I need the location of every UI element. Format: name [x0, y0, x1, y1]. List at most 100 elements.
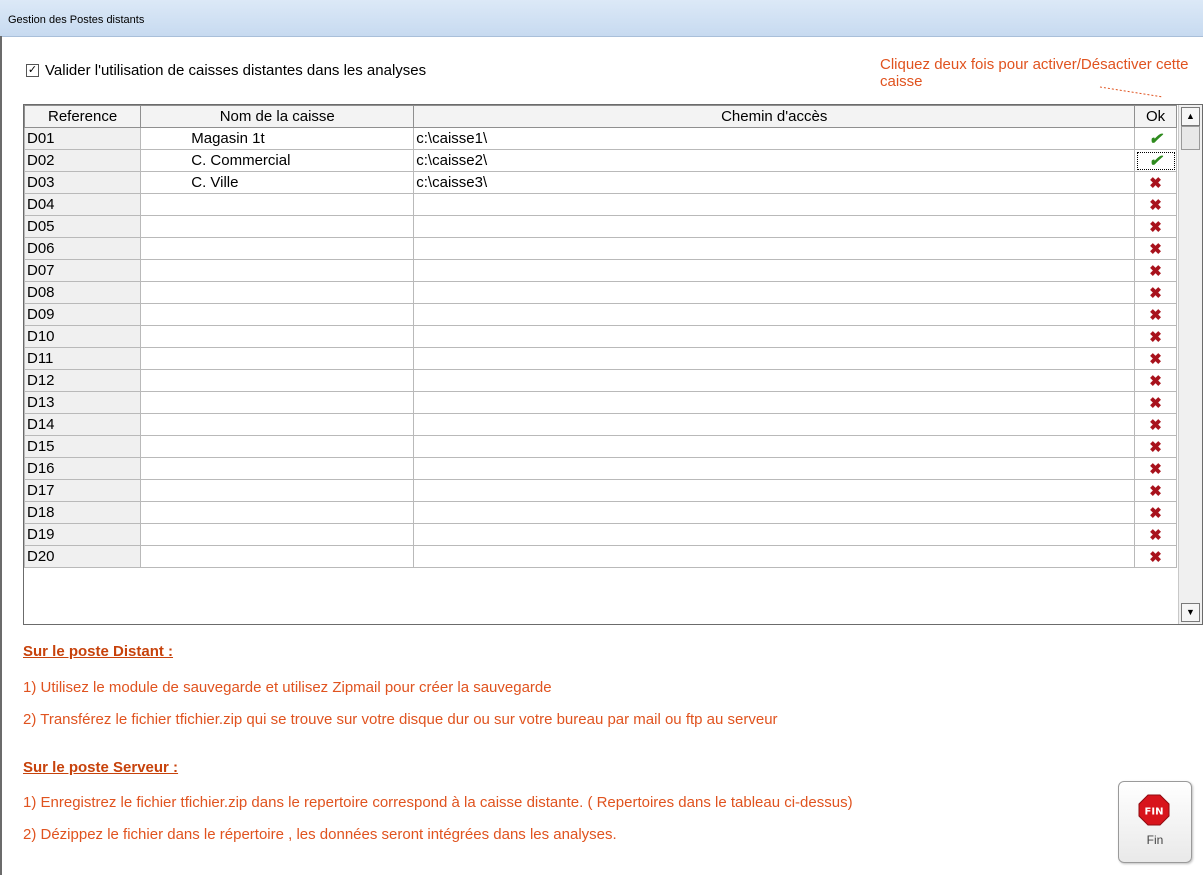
cell-reference[interactable]: D16: [23, 457, 142, 480]
cell-ok-toggle[interactable]: ✖: [1134, 303, 1177, 326]
cell-access-path[interactable]: [413, 435, 1136, 458]
column-header-path[interactable]: Chemin d'accès: [413, 105, 1136, 128]
remote-registers-grid[interactable]: Reference Nom de la caisse Chemin d'accè…: [23, 104, 1203, 625]
cell-access-path[interactable]: c:\caisse2\: [413, 149, 1136, 172]
cell-reference[interactable]: D15: [23, 435, 142, 458]
cell-register-name[interactable]: [140, 545, 415, 568]
cell-access-path[interactable]: [413, 193, 1136, 216]
cell-register-name[interactable]: Magasin 1t: [140, 127, 415, 150]
cell-reference[interactable]: D14: [23, 413, 142, 436]
cell-access-path[interactable]: c:\caisse3\: [413, 171, 1136, 194]
cell-access-path[interactable]: [413, 369, 1136, 392]
cell-ok-toggle[interactable]: ✖: [1134, 347, 1177, 370]
cell-register-name[interactable]: [140, 523, 415, 546]
table-row[interactable]: D11 ✖: [23, 347, 1177, 370]
cell-register-name[interactable]: [140, 479, 415, 502]
table-row[interactable]: D19 ✖: [23, 523, 1177, 546]
cell-reference[interactable]: D02: [23, 149, 142, 172]
cell-ok-toggle[interactable]: ✖: [1134, 545, 1177, 568]
scroll-thumb[interactable]: [1181, 126, 1200, 150]
cell-reference[interactable]: D11: [23, 347, 142, 370]
table-row[interactable]: D08 ✖: [23, 281, 1177, 304]
cell-ok-toggle[interactable]: ✖: [1134, 259, 1177, 282]
cell-ok-toggle[interactable]: ✖: [1134, 171, 1177, 194]
cell-ok-toggle[interactable]: ✖: [1134, 391, 1177, 414]
cell-ok-toggle[interactable]: ✖: [1134, 479, 1177, 502]
table-row[interactable]: D13 ✖: [23, 391, 1177, 414]
grid-vertical-scrollbar[interactable]: ▲ ▼: [1178, 105, 1202, 624]
table-row[interactable]: D03 C. Ville c:\caisse3\ ✖: [23, 171, 1177, 194]
table-row[interactable]: D07 ✖: [23, 259, 1177, 282]
cell-ok-toggle[interactable]: ✖: [1134, 325, 1177, 348]
cell-register-name[interactable]: [140, 259, 415, 282]
cell-ok-toggle[interactable]: ✖: [1134, 215, 1177, 238]
cell-access-path[interactable]: [413, 413, 1136, 436]
cell-reference[interactable]: D18: [23, 501, 142, 524]
cell-access-path[interactable]: [413, 501, 1136, 524]
table-row[interactable]: D15 ✖: [23, 435, 1177, 458]
table-row[interactable]: D18 ✖: [23, 501, 1177, 524]
cell-register-name[interactable]: [140, 435, 415, 458]
cell-access-path[interactable]: [413, 479, 1136, 502]
cell-reference[interactable]: D05: [23, 215, 142, 238]
cell-reference[interactable]: D09: [23, 303, 142, 326]
cell-ok-toggle[interactable]: ✔: [1134, 127, 1177, 150]
cell-ok-toggle[interactable]: ✖: [1134, 523, 1177, 546]
cell-register-name[interactable]: [140, 215, 415, 238]
table-row[interactable]: D17 ✖: [23, 479, 1177, 502]
cell-register-name[interactable]: [140, 193, 415, 216]
cell-register-name[interactable]: [140, 501, 415, 524]
cell-access-path[interactable]: [413, 347, 1136, 370]
cell-reference[interactable]: D04: [23, 193, 142, 216]
column-header-ok[interactable]: Ok: [1134, 105, 1177, 128]
cell-access-path[interactable]: [413, 457, 1136, 480]
cell-access-path[interactable]: [413, 325, 1136, 348]
cell-reference[interactable]: D08: [23, 281, 142, 304]
cell-ok-toggle[interactable]: ✖: [1134, 369, 1177, 392]
table-row[interactable]: D09 ✖: [23, 303, 1177, 326]
cell-access-path[interactable]: [413, 281, 1136, 304]
cell-access-path[interactable]: [413, 391, 1136, 414]
scroll-up-button[interactable]: ▲: [1181, 107, 1200, 126]
column-header-name[interactable]: Nom de la caisse: [140, 105, 415, 128]
table-row[interactable]: D20 ✖: [23, 545, 1177, 568]
cell-reference[interactable]: D07: [23, 259, 142, 282]
cell-register-name[interactable]: [140, 237, 415, 260]
cell-reference[interactable]: D06: [23, 237, 142, 260]
table-row[interactable]: D04 ✖: [23, 193, 1177, 216]
cell-ok-toggle[interactable]: ✖: [1134, 237, 1177, 260]
validate-checkbox[interactable]: ✓: [26, 63, 39, 77]
cell-register-name[interactable]: [140, 369, 415, 392]
cell-reference[interactable]: D20: [23, 545, 142, 568]
table-row[interactable]: D05 ✖: [23, 215, 1177, 238]
cell-ok-toggle[interactable]: ✔: [1134, 149, 1177, 172]
cell-reference[interactable]: D13: [23, 391, 142, 414]
cell-ok-toggle[interactable]: ✖: [1134, 193, 1177, 216]
table-row[interactable]: D16 ✖: [23, 457, 1177, 480]
cell-ok-toggle[interactable]: ✖: [1134, 281, 1177, 304]
validate-option[interactable]: ✓ Valider l'utilisation de caisses dista…: [26, 61, 426, 79]
cell-reference[interactable]: D19: [23, 523, 142, 546]
fin-button[interactable]: FIN Fin: [1118, 781, 1192, 863]
cell-ok-toggle[interactable]: ✖: [1134, 435, 1177, 458]
scroll-down-button[interactable]: ▼: [1181, 603, 1200, 622]
cell-reference[interactable]: D17: [23, 479, 142, 502]
cell-register-name[interactable]: [140, 325, 415, 348]
cell-ok-toggle[interactable]: ✖: [1134, 413, 1177, 436]
cell-reference[interactable]: D12: [23, 369, 142, 392]
cell-ok-toggle[interactable]: ✖: [1134, 501, 1177, 524]
cell-access-path[interactable]: [413, 237, 1136, 260]
cell-register-name[interactable]: [140, 457, 415, 480]
cell-access-path[interactable]: [413, 215, 1136, 238]
cell-access-path[interactable]: [413, 259, 1136, 282]
cell-register-name[interactable]: [140, 413, 415, 436]
cell-reference[interactable]: D10: [23, 325, 142, 348]
table-row[interactable]: D14 ✖: [23, 413, 1177, 436]
table-row[interactable]: D12 ✖: [23, 369, 1177, 392]
table-row[interactable]: D10 ✖: [23, 325, 1177, 348]
cell-reference[interactable]: D01: [23, 127, 142, 150]
cell-access-path[interactable]: [413, 523, 1136, 546]
table-row[interactable]: D01 Magasin 1t c:\caisse1\ ✔: [23, 127, 1177, 150]
table-row[interactable]: D06 ✖: [23, 237, 1177, 260]
cell-access-path[interactable]: [413, 545, 1136, 568]
